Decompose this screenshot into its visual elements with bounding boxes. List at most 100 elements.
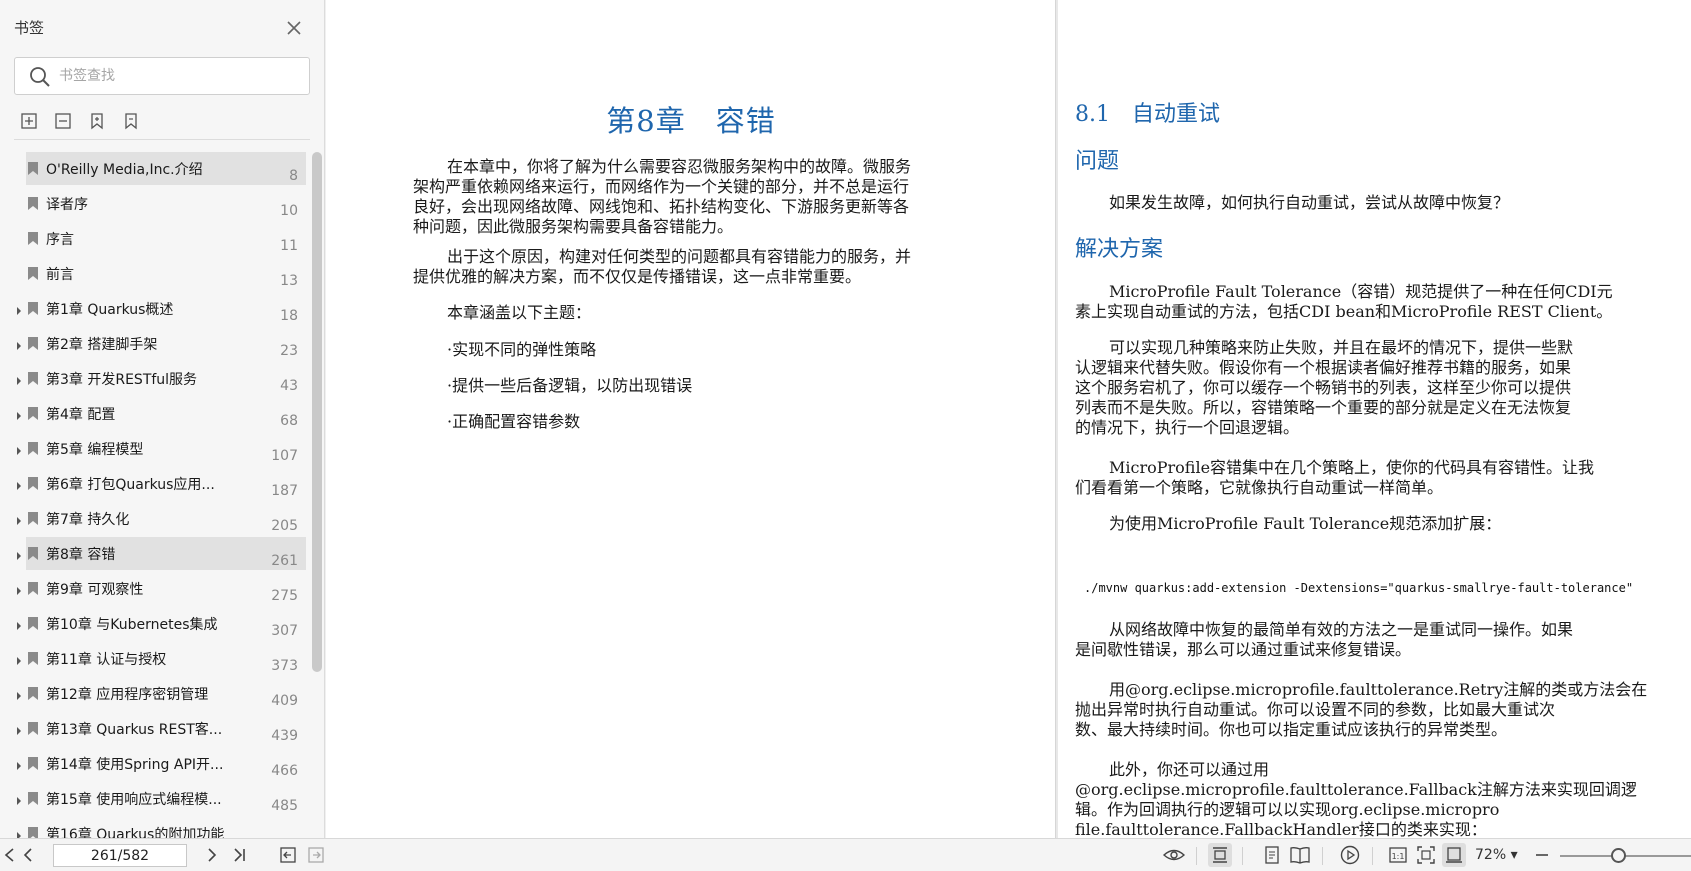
add-bookmark-icon[interactable] (86, 110, 108, 132)
bookmark-icon (27, 406, 39, 421)
expand-caret-icon[interactable] (13, 792, 25, 805)
expand-caret-icon[interactable] (13, 617, 25, 630)
bookmark-item[interactable]: 第11章 认证与授权 373 (0, 642, 306, 677)
next-page-icon[interactable] (200, 843, 224, 867)
bookmark-page-number: 43 (280, 378, 298, 394)
bookmark-item[interactable]: 第14章 使用Spring API开... 466 (0, 747, 306, 782)
zoom-level[interactable]: 72% ▾ (1475, 847, 1518, 863)
bookmark-icon (27, 476, 39, 491)
bookmark-label: 译者序 (46, 197, 88, 213)
solution-heading: 解决方案 (1075, 237, 1164, 262)
divider (1196, 847, 1197, 865)
expand-caret-icon[interactable] (13, 407, 25, 420)
eye-icon[interactable] (1162, 843, 1186, 867)
bookmark-item[interactable]: 第5章 编程模型 107 (0, 432, 306, 467)
expand-caret-icon[interactable] (13, 547, 25, 560)
bookmark-item[interactable]: 第10章 与Kubernetes集成 307 (0, 607, 306, 642)
divider (1322, 847, 1323, 865)
zoom-slider[interactable] (1560, 848, 1691, 863)
expand-caret-icon[interactable] (13, 582, 25, 595)
bookmark-item[interactable]: 前言 13 (0, 257, 306, 292)
bookmark-item[interactable]: 第8章 容错 261 (0, 537, 306, 572)
bookmark-page-number: 307 (271, 623, 298, 639)
paragraph-topics-intro: 本章涵盖以下主题： (447, 303, 592, 322)
paragraph-reason: 出于这个原因，构建对任何类型的问题都具有容错能力的服务，并 提供优雅的解决方案，… (413, 247, 971, 287)
bookmark-item[interactable]: O'Reilly Media,Inc.介绍 8 (0, 152, 306, 187)
bookmark-icon (27, 196, 39, 211)
prev-page-icon[interactable] (16, 843, 40, 867)
bookmark-item[interactable]: 第3章 开发RESTful服务 43 (0, 362, 306, 397)
play-icon[interactable] (1338, 843, 1362, 867)
bookmark-page-number: 373 (271, 658, 298, 674)
bookmark-label: 序言 (46, 232, 74, 248)
bookmark-icon (27, 336, 39, 351)
close-icon[interactable] (284, 18, 304, 38)
continuous-page-icon[interactable] (1260, 843, 1284, 867)
expand-all-icon[interactable] (18, 110, 40, 132)
topic-bullet: ·提供一些后备逻辑，以防出现错误 (447, 376, 693, 395)
bookmark-item[interactable]: 第7章 持久化 205 (0, 502, 306, 537)
bookmark-item[interactable]: 第2章 搭建脚手架 23 (0, 327, 306, 362)
bookmark-item[interactable]: 第12章 应用程序密钥管理 409 (0, 677, 306, 712)
expand-caret-icon[interactable] (13, 757, 25, 770)
fit-page-icon[interactable] (1414, 843, 1438, 867)
bookmark-item[interactable]: 第6章 打包Quarkus应用... 187 (0, 467, 306, 502)
fit-width-icon[interactable] (1442, 843, 1466, 867)
back-icon[interactable] (276, 843, 300, 867)
two-page-icon[interactable] (1288, 843, 1312, 867)
remove-bookmark-icon[interactable] (120, 110, 142, 132)
expand-caret-icon[interactable] (13, 337, 25, 350)
bookmark-icon (27, 161, 39, 176)
bookmark-item[interactable]: 第13章 Quarkus REST客... 439 (0, 712, 306, 747)
bookmark-icon (27, 756, 39, 771)
sidebar-scrollbar[interactable] (312, 152, 322, 672)
expand-caret-icon[interactable] (13, 827, 25, 838)
bookmark-item[interactable]: 第16章 Quarkus的附加功能 (0, 817, 306, 838)
bookmark-page-number: 275 (271, 588, 298, 604)
bookmark-item[interactable]: 译者序 10 (0, 187, 306, 222)
bookmark-label: 第13章 Quarkus REST客... (46, 722, 223, 738)
page-left: 第8章 容错 在本章中，你将了解为什么需要容忍微服务架构中的故障。微服务 架构严… (326, 0, 1056, 838)
divider (14, 139, 310, 140)
last-page-icon[interactable] (228, 843, 252, 867)
page-number-input[interactable] (53, 844, 187, 867)
bookmark-item[interactable]: 第1章 Quarkus概述 18 (0, 292, 306, 327)
paragraph-s7: 此外，你还可以通过用 @org.eclipse.microprofile.fau… (1075, 760, 1637, 838)
forward-icon[interactable] (304, 843, 328, 867)
paragraph-s1: MicroProfile Fault Tolerance（容错）规范提供了一种在… (1075, 282, 1613, 321)
bookmark-item[interactable]: 第15章 使用响应式编程模... 485 (0, 782, 306, 817)
bookmark-item[interactable]: 第4章 配置 68 (0, 397, 306, 432)
bottom-toolbar: 1:1 72% ▾ (0, 838, 1691, 871)
expand-caret-icon[interactable] (13, 372, 25, 385)
bookmark-page-number: 485 (271, 798, 298, 814)
document-view[interactable]: 第8章 容错 在本章中，你将了解为什么需要容忍微服务架构中的故障。微服务 架构严… (326, 0, 1691, 838)
expand-caret-icon[interactable] (13, 302, 25, 315)
single-page-icon[interactable] (1208, 843, 1232, 867)
bookmark-label: O'Reilly Media,Inc.介绍 (46, 162, 203, 178)
expand-caret-icon[interactable] (13, 652, 25, 665)
zoom-slider-handle[interactable] (1610, 848, 1626, 863)
text-line: 种问题，因此微服务架构需要具备容错能力。 (413, 217, 734, 236)
actual-size-icon[interactable]: 1:1 (1386, 843, 1410, 867)
text-line: 提供优雅的解决方案，而不仅仅是传播错误，这一点非常重要。 (413, 267, 862, 286)
expand-caret-icon[interactable] (13, 722, 25, 735)
bookmark-list: O'Reilly Media,Inc.介绍 8 译者序 10 序言 11 前言 13 第1章 Q… (0, 152, 306, 838)
bookmark-icon (27, 371, 39, 386)
divider (1242, 847, 1243, 865)
bookmark-page-number: 466 (271, 763, 298, 779)
paragraph-s5: 从网络故障中恢复的最简单有效的方法之一是重试同一操作。如果 是间歇性错误，那么可… (1075, 620, 1574, 659)
bookmark-search-input[interactable] (59, 64, 299, 88)
expand-caret-icon[interactable] (13, 477, 25, 490)
bookmark-icon (27, 721, 39, 736)
bookmark-label: 第7章 持久化 (46, 512, 130, 528)
bookmark-item[interactable]: 第9章 可观察性 275 (0, 572, 306, 607)
expand-caret-icon[interactable] (13, 442, 25, 455)
bookmark-page-number: 205 (271, 518, 298, 534)
expand-caret-icon[interactable] (13, 687, 25, 700)
bookmark-item[interactable]: 序言 11 (0, 222, 306, 257)
collapse-all-icon[interactable] (52, 110, 74, 132)
topic-bullet: ·正确配置容错参数 (447, 412, 581, 431)
zoom-out-icon[interactable] (1530, 843, 1554, 867)
bookmark-label: 第10章 与Kubernetes集成 (46, 617, 218, 633)
expand-caret-icon[interactable] (13, 512, 25, 525)
